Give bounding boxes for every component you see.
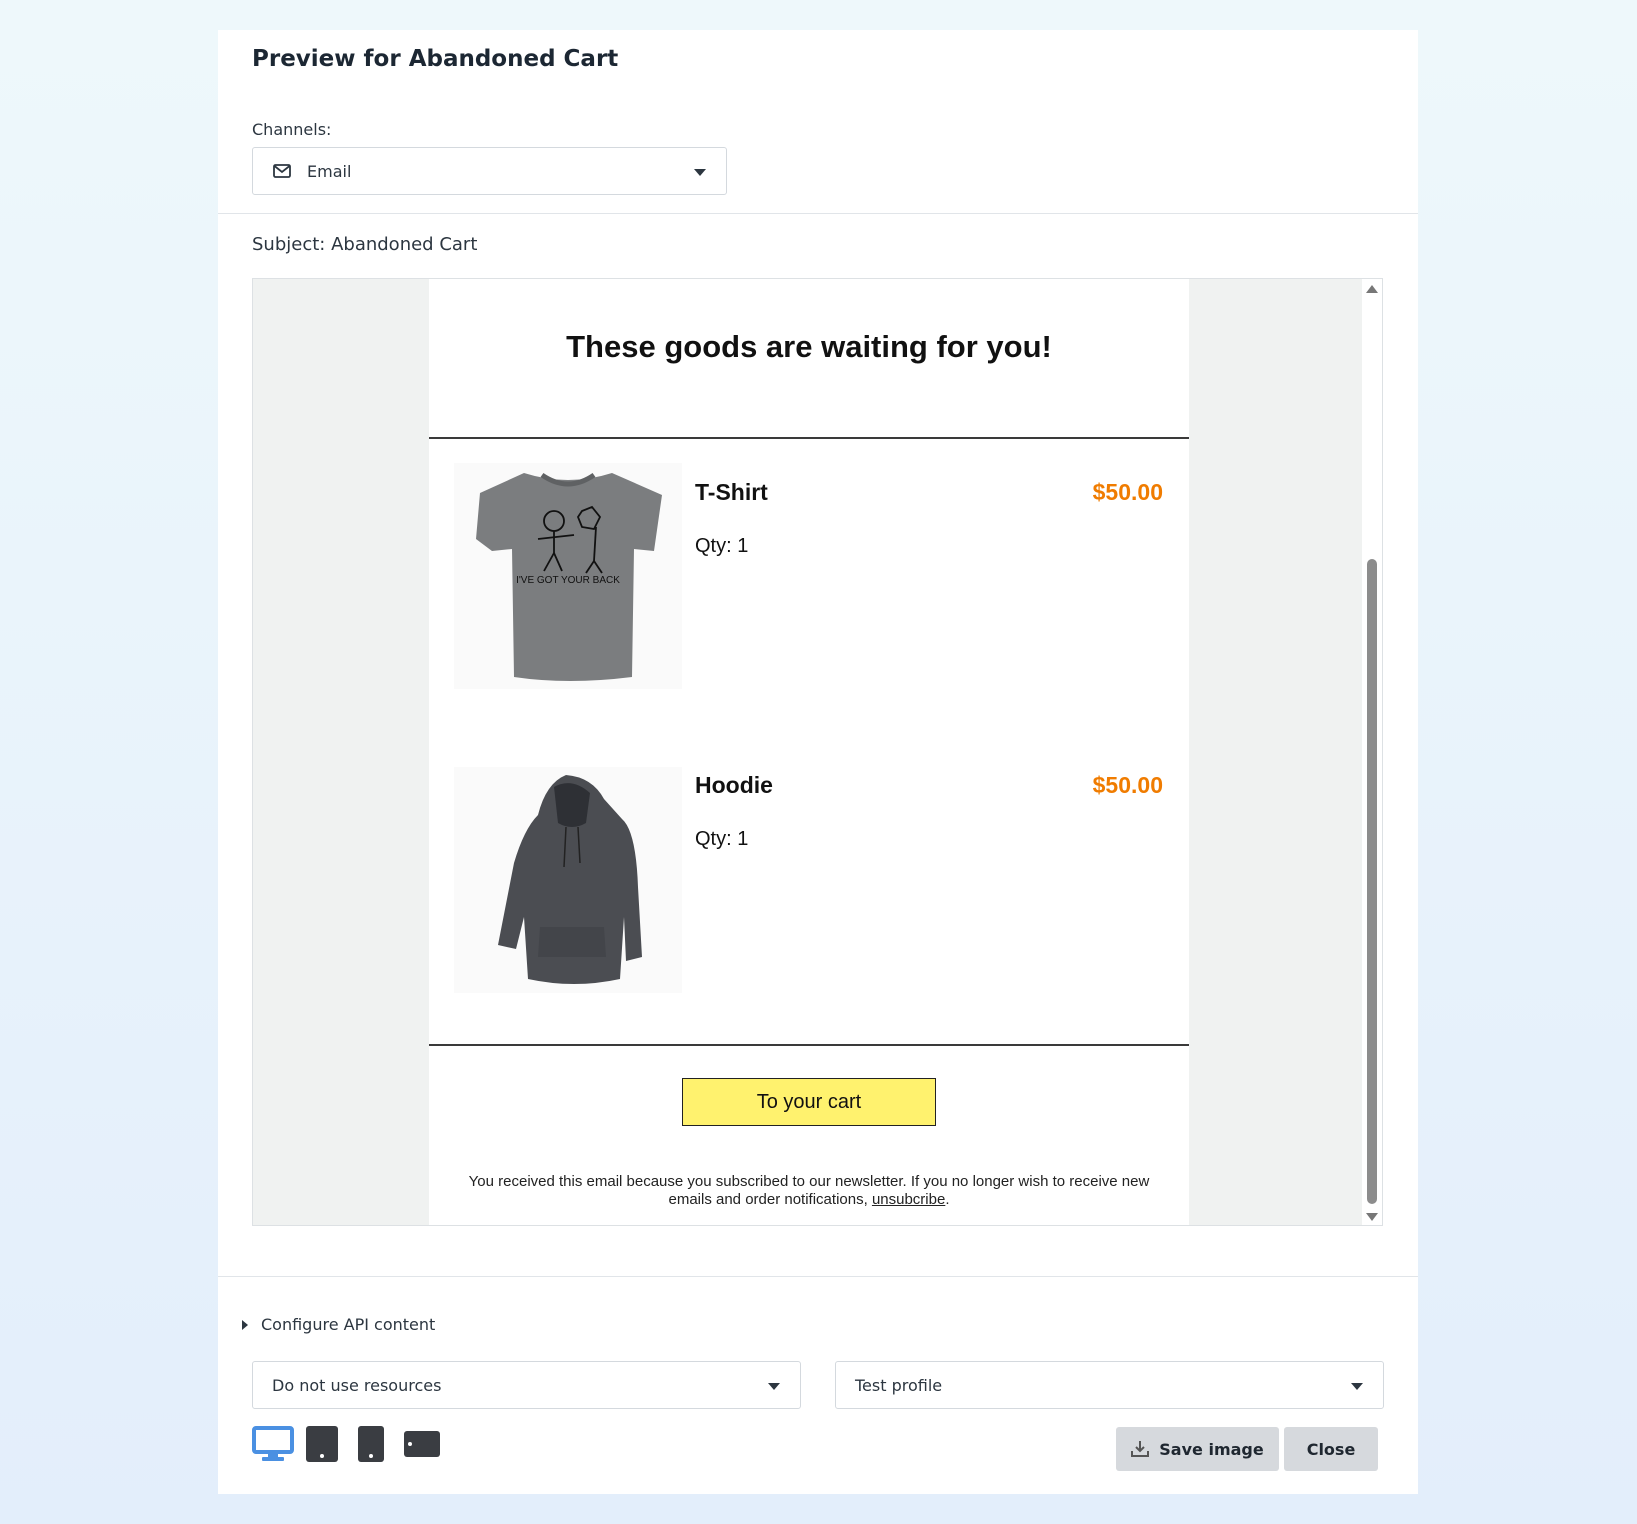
channels-select[interactable]: Email xyxy=(252,147,727,195)
mobile-device-icon[interactable] xyxy=(358,1426,384,1462)
product-price: $50.00 xyxy=(1092,772,1163,798)
close-button[interactable]: Close xyxy=(1284,1427,1378,1471)
scroll-up-arrow-icon[interactable] xyxy=(1366,285,1378,293)
channels-label: Channels: xyxy=(252,120,332,139)
email-footer: You received this email because you subs… xyxy=(459,1173,1159,1209)
configure-api-label: Configure API content xyxy=(261,1315,436,1334)
product-name: T-Shirt xyxy=(695,479,768,505)
download-icon xyxy=(1131,1441,1150,1457)
divider xyxy=(218,1276,1418,1277)
mail-icon xyxy=(273,164,291,178)
configure-api-toggle[interactable]: Configure API content xyxy=(242,1315,435,1334)
to-your-cart-button[interactable]: To your cart xyxy=(682,1078,936,1126)
email-divider xyxy=(429,437,1189,439)
email-body: These goods are waiting for you! I'VE GO… xyxy=(429,279,1189,1225)
resources-select[interactable]: Do not use resources xyxy=(252,1361,801,1409)
profile-select-value: Test profile xyxy=(855,1375,943,1395)
hoodie-image xyxy=(454,767,682,993)
desktop-device-icon[interactable] xyxy=(252,1426,294,1462)
divider xyxy=(218,213,1418,214)
product-name: Hoodie xyxy=(695,772,773,798)
modal-title: Preview for Abandoned Cart xyxy=(252,46,619,72)
svg-text:I'VE GOT YOUR BACK: I'VE GOT YOUR BACK xyxy=(516,575,620,586)
profile-select[interactable]: Test profile xyxy=(835,1361,1384,1409)
scroll-down-arrow-icon[interactable] xyxy=(1366,1213,1378,1221)
channels-select-value: Email xyxy=(307,161,352,181)
email-subject: Subject: Abandoned Cart xyxy=(252,234,478,255)
save-image-button[interactable]: Save image xyxy=(1116,1427,1279,1471)
caret-right-icon xyxy=(242,1319,248,1330)
tshirt-image: I'VE GOT YOUR BACK xyxy=(454,463,682,689)
chevron-down-icon xyxy=(694,169,706,176)
resources-select-value: Do not use resources xyxy=(272,1375,442,1395)
preview-scrollbar[interactable] xyxy=(1362,279,1382,1225)
chevron-down-icon xyxy=(1351,1383,1363,1390)
chevron-down-icon xyxy=(768,1383,780,1390)
product-qty: Qty: 1 xyxy=(695,535,749,557)
product-qty: Qty: 1 xyxy=(695,828,749,850)
footer-end: . xyxy=(945,1191,950,1208)
email-heading: These goods are waiting for you! xyxy=(566,329,1052,364)
email-preview-frame[interactable]: These goods are waiting for you! I'VE GO… xyxy=(252,278,1383,1226)
save-image-label: Save image xyxy=(1159,1439,1264,1459)
footer-text: You received this email because you subs… xyxy=(468,1173,1150,1208)
email-divider xyxy=(429,1044,1189,1046)
tablet-device-icon[interactable] xyxy=(306,1426,338,1462)
scroll-thumb[interactable] xyxy=(1367,559,1377,1204)
preview-modal: Preview for Abandoned Cart Channels: Ema… xyxy=(218,30,1418,1494)
product-price: $50.00 xyxy=(1092,479,1163,505)
unsubscribe-link[interactable]: unsubcribe xyxy=(872,1191,945,1208)
mobile-landscape-device-icon[interactable] xyxy=(404,1431,440,1457)
